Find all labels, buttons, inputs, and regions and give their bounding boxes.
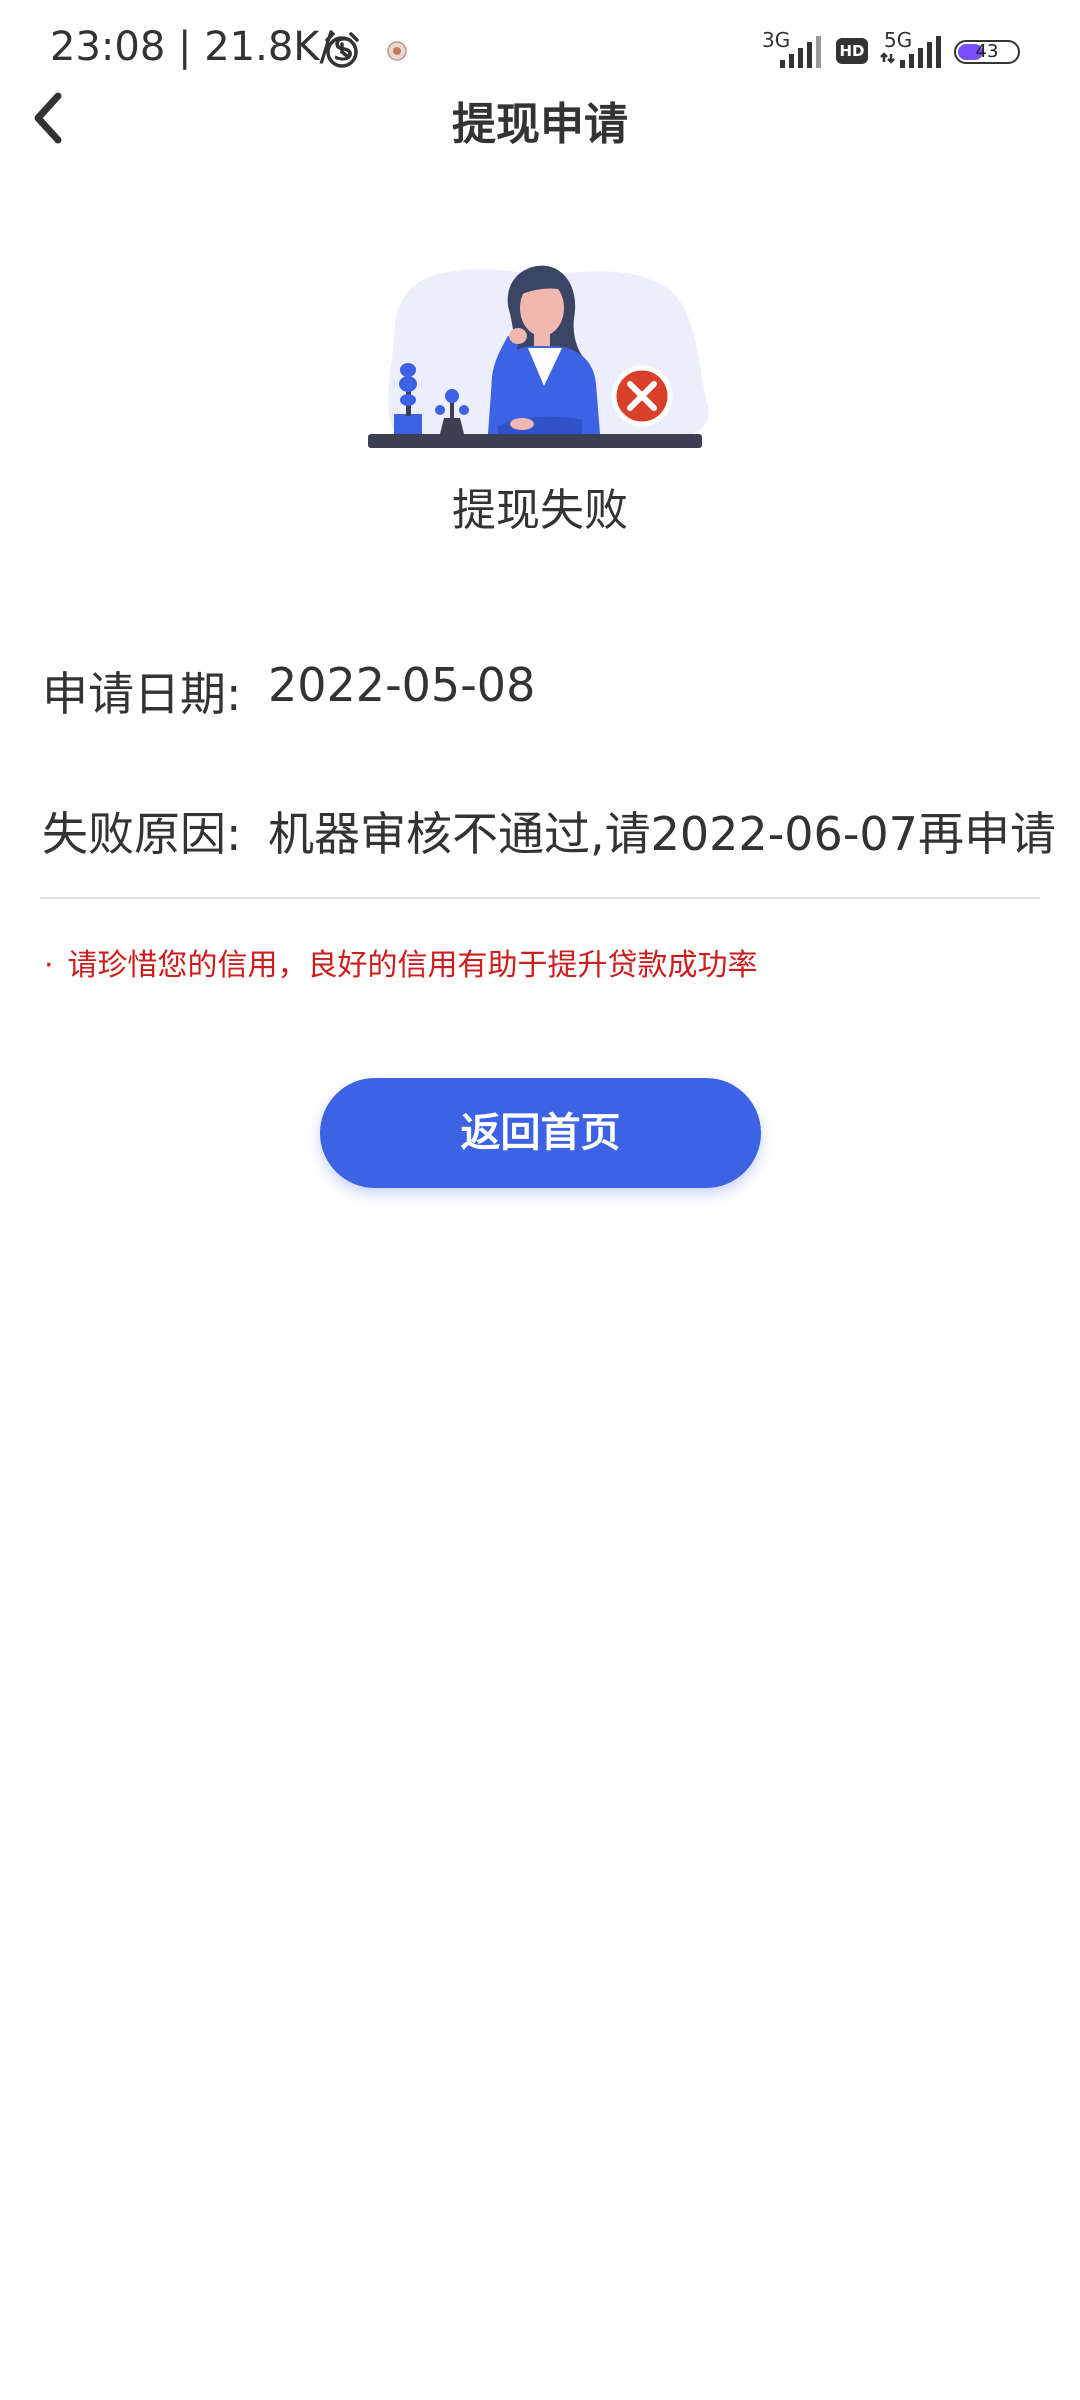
credit-notice: · 请珍惜您的信用，良好的信用有助于提升贷款成功率 bbox=[44, 940, 758, 984]
signal-icon bbox=[880, 36, 941, 68]
detail-label: 失败原因: bbox=[42, 807, 242, 861]
divider bbox=[40, 897, 1040, 899]
battery-percent: 43 bbox=[975, 41, 999, 62]
separator: | bbox=[178, 24, 205, 70]
battery-icon: 43 bbox=[954, 40, 1020, 64]
detail-value: 2022-05-08 bbox=[268, 658, 536, 712]
return-home-button[interactable]: 返回首页 bbox=[320, 1078, 761, 1188]
hd-badge: HD bbox=[836, 38, 868, 64]
navigation-bar: 提现申请 bbox=[0, 76, 1080, 160]
alarm-icon bbox=[325, 32, 359, 68]
withdrawal-failed-illustration bbox=[368, 265, 709, 448]
status-time: 23:08 | 21.8K/s bbox=[50, 24, 354, 70]
detail-value: 机器审核不通过,请2022-06-07再申请 bbox=[268, 807, 1056, 861]
result-title: 提现失败 bbox=[452, 485, 628, 536]
notice-text: 请珍惜您的信用，良好的信用有助于提升贷款成功率 bbox=[67, 948, 758, 983]
app-badge-icon bbox=[387, 41, 407, 61]
detail-label: 申请日期: bbox=[42, 667, 242, 721]
page-title: 提现申请 bbox=[452, 99, 628, 150]
notice-bullet: · bbox=[44, 948, 54, 983]
clock: 23:08 bbox=[50, 24, 166, 70]
signal-icon bbox=[780, 36, 821, 68]
